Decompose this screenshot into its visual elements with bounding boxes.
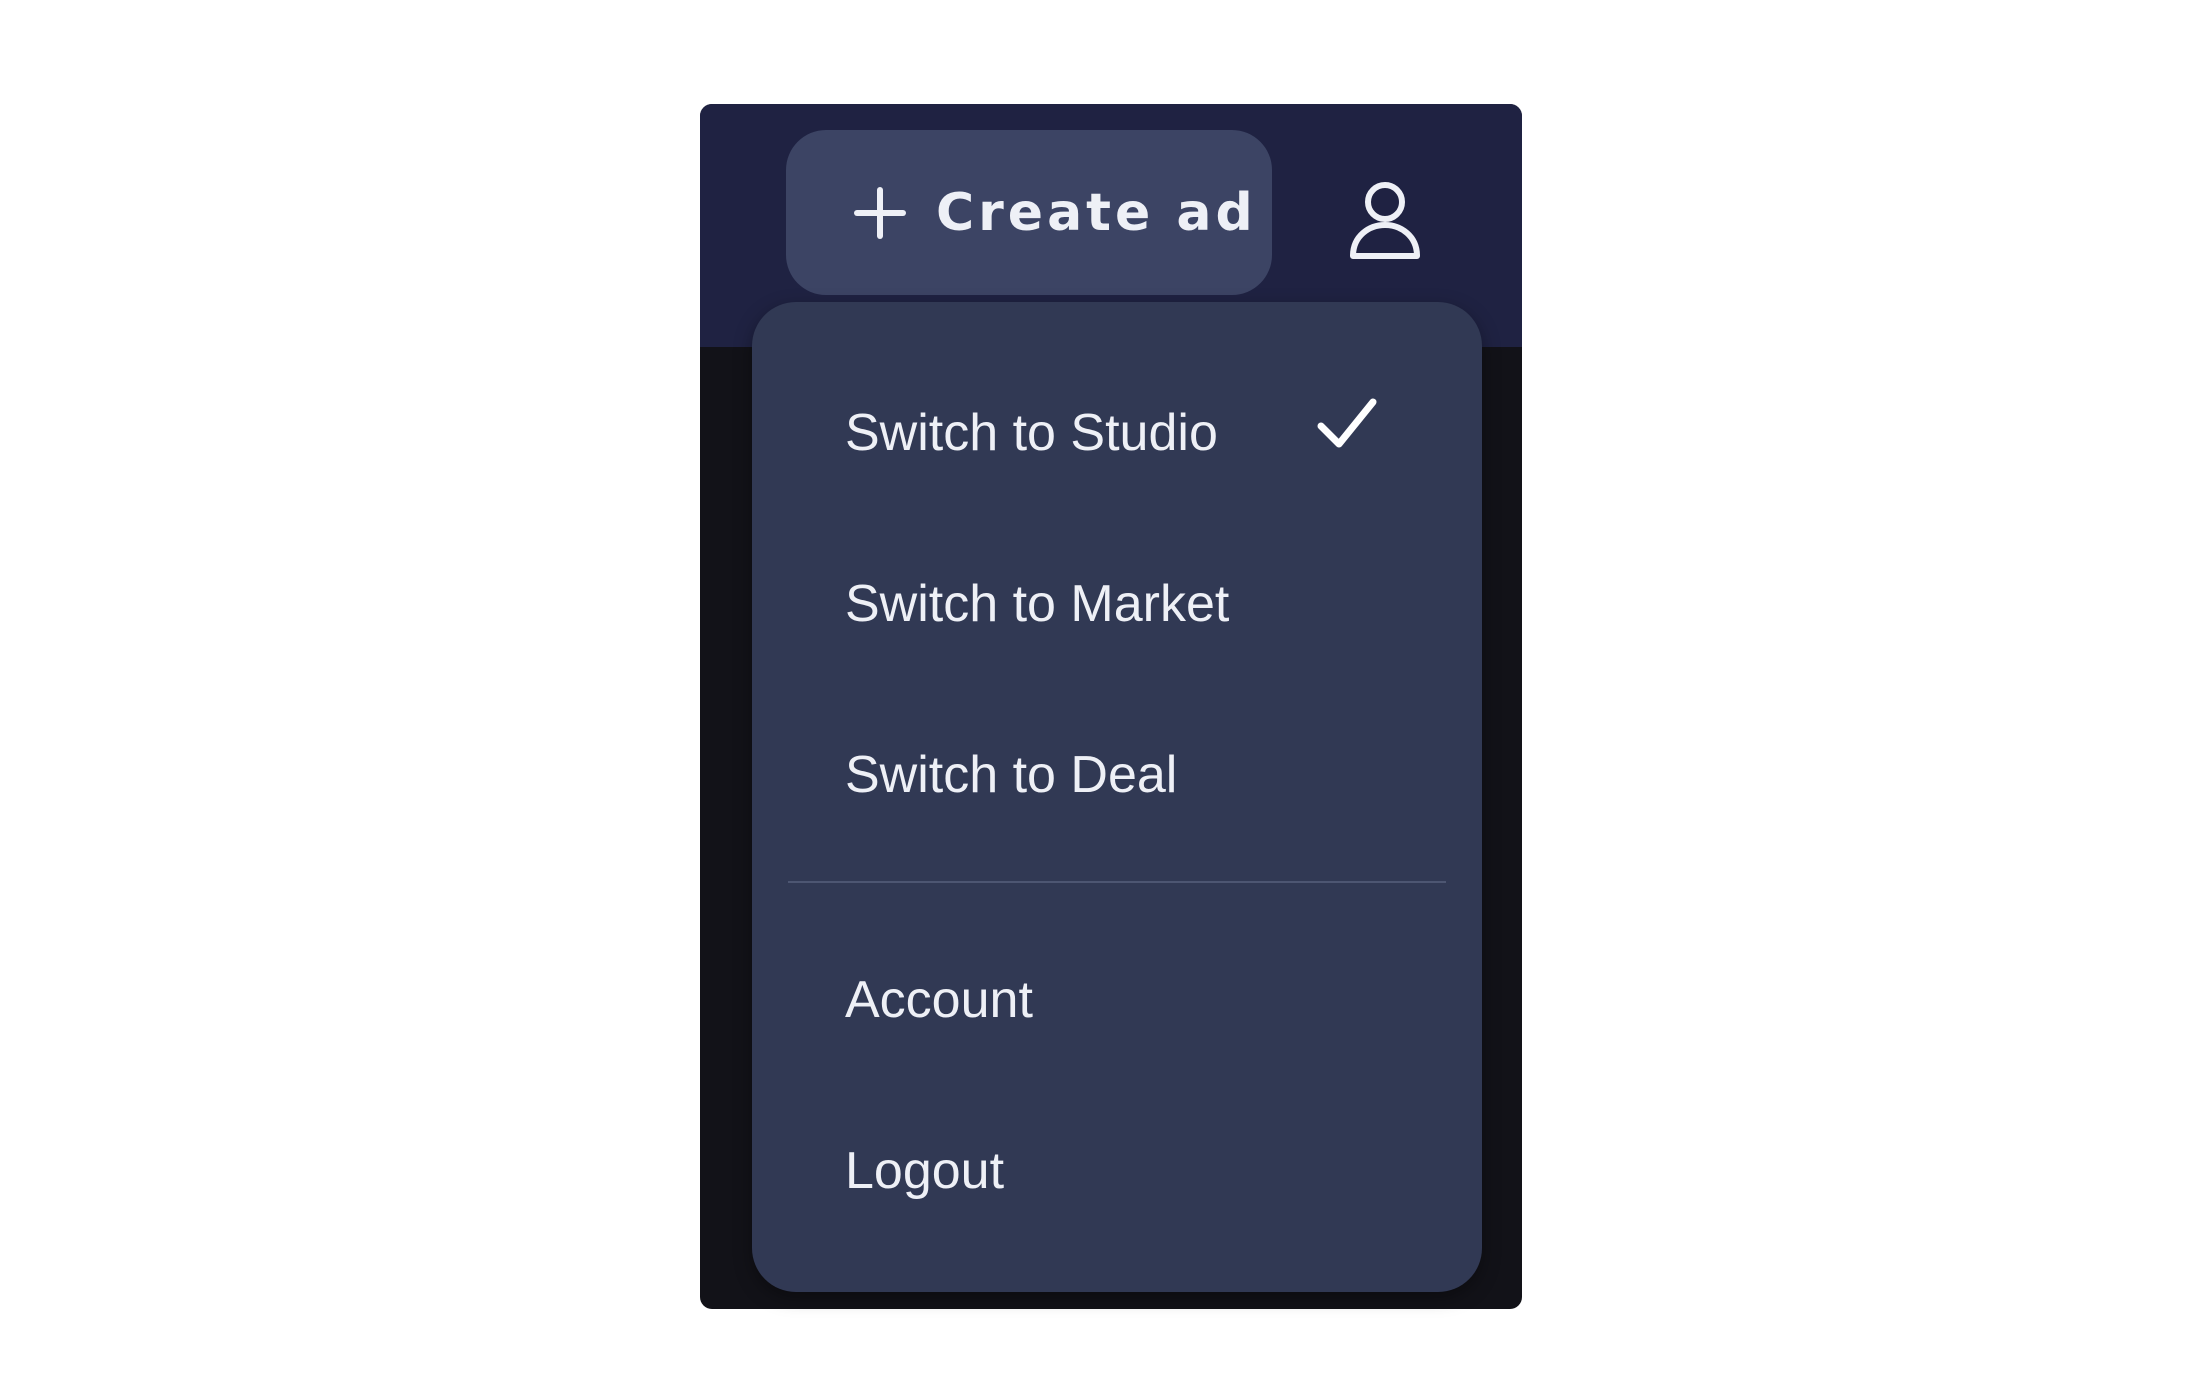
menu-divider <box>788 881 1446 883</box>
menu-item-logout[interactable]: Logout <box>752 1096 1482 1246</box>
dropdown-menu: Switch to Studio Switch to Market Switch… <box>752 302 1482 1292</box>
menu-item-switch-to-deal[interactable]: Switch to Deal <box>752 700 1482 850</box>
menu-item-label: Switch to Market <box>845 575 1230 633</box>
menu-item-account[interactable]: Account <box>752 925 1482 1075</box>
user-menu-button[interactable] <box>1340 170 1430 260</box>
user-icon <box>1350 182 1420 259</box>
create-ad-button[interactable]: Create ad <box>786 130 1272 295</box>
menu-item-label: Logout <box>845 1142 1005 1200</box>
menu-item-label: Switch to Studio <box>845 404 1218 462</box>
menu-item-label: Account <box>845 971 1033 1029</box>
check-icon <box>1317 398 1377 448</box>
menu-item-label: Switch to Deal <box>845 746 1178 804</box>
plus-icon <box>854 186 906 239</box>
menu-item-switch-to-market[interactable]: Switch to Market <box>752 529 1482 679</box>
create-ad-label: Create ad <box>936 182 1257 243</box>
